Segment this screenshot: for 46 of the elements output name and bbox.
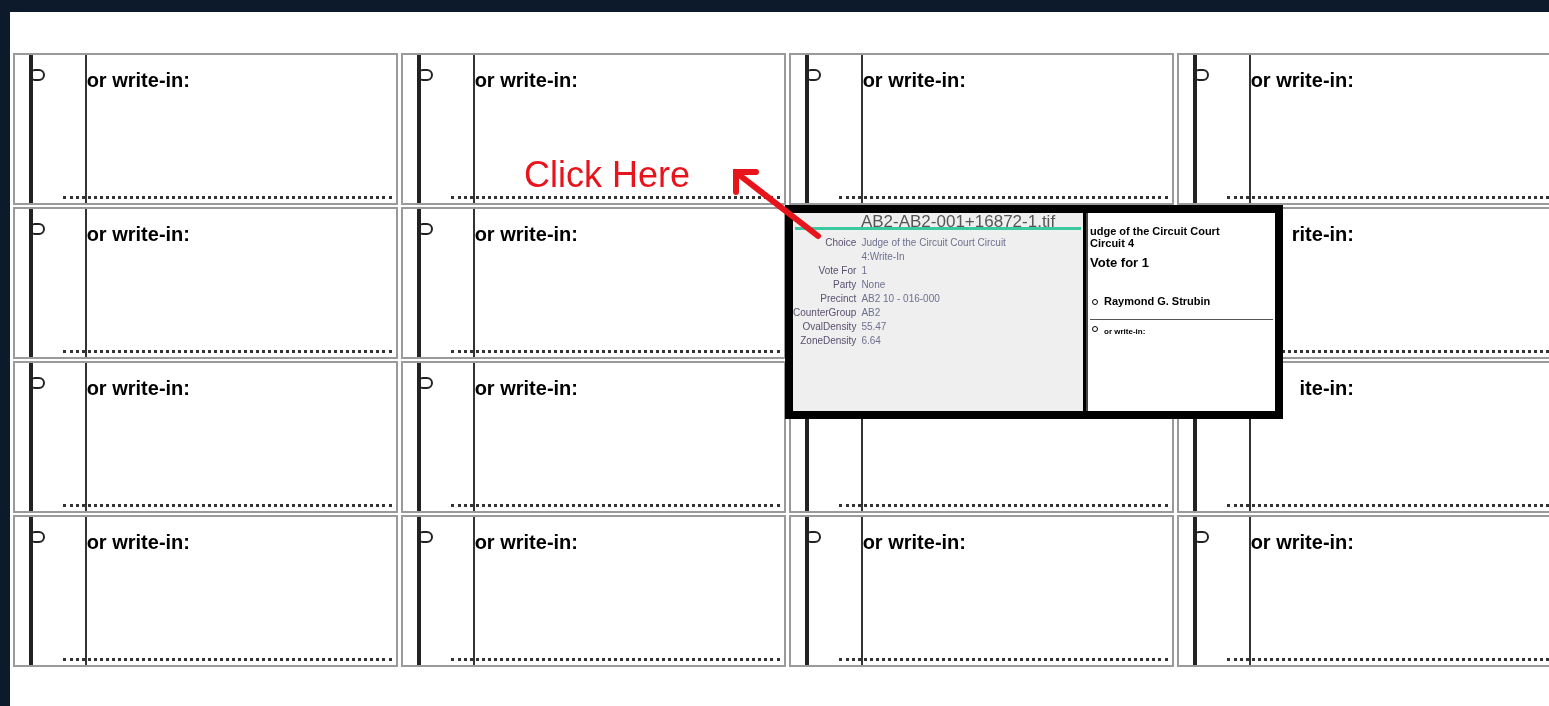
ballot-image-tile[interactable]: or write-in: [13, 361, 398, 513]
write-in-label: or write-in: [1250, 530, 1354, 555]
write-in-label: or write-in: [86, 68, 190, 93]
ballot-image-tile[interactable]: or write-in: [13, 207, 398, 359]
field-label: OvalDensity [801, 320, 857, 334]
field-value: AB2 [861, 306, 882, 320]
write-in-label: or write-in: [862, 68, 966, 93]
write-in-label: or write-in: [474, 376, 578, 401]
field-label: CounterGroup [793, 306, 857, 320]
ballot-image-tile[interactable]: or write-in: [13, 515, 398, 667]
ballot-image-tile[interactable]: or write-in: [401, 515, 786, 667]
field-label: Vote For [817, 264, 857, 278]
ballot-image-tile[interactable]: or write-in: [1177, 53, 1549, 205]
ballot-image-tile[interactable]: or write-in: [13, 53, 398, 205]
write-in-label: or write-in: [86, 222, 190, 247]
field-label: Precinct [819, 292, 857, 306]
write-in-label: or write-in: [862, 530, 966, 555]
write-in-label: or write-in: [86, 530, 190, 555]
popup-title: AB2-AB2-001+16872-1.tif [859, 213, 1057, 227]
ballot-image-tile[interactable]: or write-in: [789, 53, 1174, 205]
write-in-label: or write-in: [1250, 68, 1354, 93]
ballot-image-tile[interactable]: or write-in: [401, 361, 786, 513]
field-label: Party [832, 278, 857, 292]
field-value: 6.64 [861, 334, 882, 348]
write-in-label: or write-in: [474, 530, 578, 555]
field-value: Judge of the Circuit Court Circuit 4:Write-In [861, 236, 1007, 264]
ballot-image-tile[interactable]: or write-in: [789, 515, 1174, 667]
write-in-label: rite-in: [1291, 222, 1354, 247]
contest-title: Circuit 4 [1090, 237, 1135, 249]
vote-for-label: Vote for 1 [1090, 254, 1150, 272]
candidate-name: Raymond G. Strubin [1104, 294, 1211, 310]
candidate-name: or write-in: [1104, 325, 1146, 338]
write-in-label: ite-in: [1299, 376, 1354, 401]
write-in-label: or write-in: [474, 222, 578, 247]
ballot-image-tile[interactable]: or write-in: [1177, 515, 1549, 667]
write-in-label: or write-in: [86, 376, 190, 401]
write-in-label: or write-in: [474, 68, 578, 93]
ballot-image-tile[interactable]: or write-in: [401, 207, 786, 359]
field-label: ZoneDensity [799, 334, 857, 348]
field-value: AB2 10 - 016-000 [861, 292, 941, 306]
field-value: None [861, 278, 887, 292]
annotation-text: Click Here [524, 153, 691, 197]
field-label: Choice [824, 236, 857, 250]
field-value: 1 [861, 264, 868, 278]
contest-title: udge of the Circuit Court [1090, 225, 1221, 237]
field-value: 55.47 [861, 320, 888, 334]
